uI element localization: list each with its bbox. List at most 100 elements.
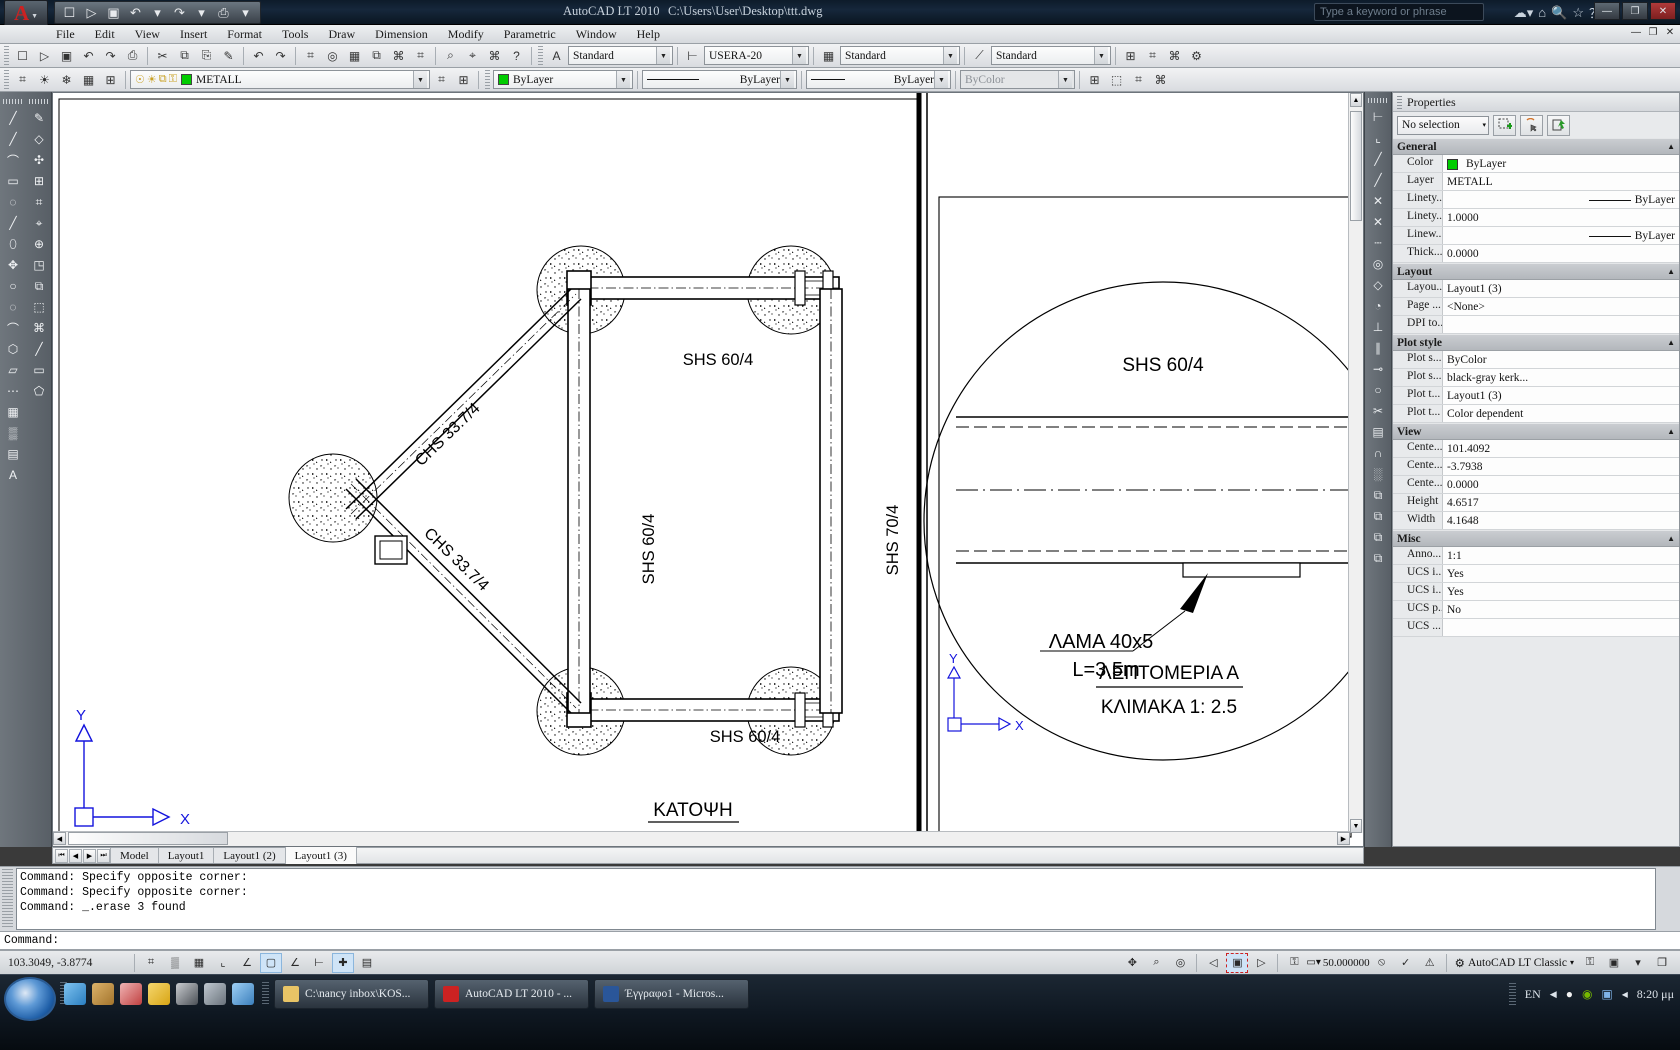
layout-tab-layout1-3[interactable]: Layout1 (3): [284, 847, 357, 864]
quick-select-button[interactable]: [1493, 114, 1516, 136]
selection-dropdown[interactable]: No selection ▾: [1397, 115, 1489, 135]
firefox-icon[interactable]: [148, 983, 170, 1005]
draw-tool-16[interactable]: ▤: [2, 444, 24, 464]
standard-tool-4-1[interactable]: ⌖: [462, 45, 483, 66]
pickadd-button[interactable]: [1547, 114, 1570, 136]
properties-group-plot-style[interactable]: Plot style ▲: [1393, 334, 1679, 351]
chevron-up-icon[interactable]: ▲: [1667, 142, 1675, 151]
properties-value[interactable]: No: [1443, 601, 1679, 618]
modify-tool-1[interactable]: ◇: [28, 129, 50, 149]
osnap-tool-14[interactable]: ✂: [1366, 401, 1390, 421]
table-style-combo[interactable]: Standard ▼: [840, 46, 960, 65]
chevron-down-icon[interactable]: ▼: [934, 71, 948, 88]
modify-tool-9[interactable]: ⬚: [28, 297, 50, 317]
dimension-style-combo[interactable]: USERA-20 ▼: [704, 46, 809, 65]
properties-value[interactable]: 1:1: [1443, 547, 1679, 564]
modify-tool-8[interactable]: ⧉: [28, 276, 50, 296]
standard-extra-tool-0[interactable]: ⊞: [1120, 45, 1141, 66]
chevron-down-icon[interactable]: ▾: [1570, 958, 1574, 967]
annotation-monitor-button[interactable]: ⚠: [1419, 953, 1441, 973]
qat-dropdown-icon[interactable]: ▾: [235, 3, 256, 22]
tab-prev-button[interactable]: ◀: [69, 848, 82, 863]
standard-extra-tool-2[interactable]: ⌘: [1164, 45, 1185, 66]
properties-group-layout[interactable]: Layout ▲: [1393, 263, 1679, 280]
command-window-grip[interactable]: [2, 869, 13, 927]
annotation-scale-lock-button[interactable]: ⚿: [1283, 953, 1305, 973]
properties-value[interactable]: ByColor: [1443, 351, 1679, 368]
modify-tool-12[interactable]: ▭: [28, 360, 50, 380]
draw-tool-10[interactable]: ⌒: [2, 318, 24, 338]
show-hidden-icons-button[interactable]: ◀: [1550, 989, 1557, 1000]
chevron-up-icon[interactable]: ▲: [1667, 534, 1675, 543]
draw-tool-1[interactable]: ╱: [2, 129, 24, 149]
window-icon[interactable]: [204, 983, 226, 1005]
maximize-button[interactable]: ❐: [1622, 2, 1648, 20]
annotation-scale-control[interactable]: ▭▾ 50.000000: [1306, 957, 1369, 969]
osnap-tool-4[interactable]: ✕: [1366, 191, 1390, 211]
properties-value[interactable]: 101.4092: [1443, 440, 1679, 457]
osnap-tool-19[interactable]: ⧉: [1366, 506, 1390, 526]
osnap-tool-20[interactable]: ⧉: [1366, 527, 1390, 547]
modify-tool-5[interactable]: ⌖: [28, 213, 50, 233]
object-snap-tracking-toggle[interactable]: ∠: [284, 953, 306, 973]
ortho-mode-toggle[interactable]: ⌞: [212, 953, 234, 973]
table-style-icon[interactable]: ▦: [818, 45, 839, 66]
doc-restore-button[interactable]: ❐: [1646, 27, 1660, 38]
chevron-down-icon[interactable]: ▼: [1058, 71, 1072, 88]
modify-tool-11[interactable]: ╱: [28, 339, 50, 359]
auto-scale-button[interactable]: ✓: [1395, 953, 1417, 973]
layer-combo[interactable]: ☉ ☀ ⧉ ⚿ METALL ▼: [130, 70, 430, 89]
menu-parametric[interactable]: Parametric: [494, 26, 566, 43]
osnap-tool-10[interactable]: ⊥: [1366, 317, 1390, 337]
standard-tool-0-3[interactable]: ↶: [78, 45, 99, 66]
search-input[interactable]: Type a keyword or phrase: [1314, 3, 1484, 21]
chevron-down-icon[interactable]: ▼: [943, 47, 957, 64]
menu-help[interactable]: Help: [627, 26, 670, 43]
taskbar-item-explorer[interactable]: C:\nancy inbox\KOS...: [274, 979, 429, 1009]
chevron-down-icon[interactable]: ▼: [1094, 47, 1108, 64]
taskbar-clock[interactable]: 8:20 μμ: [1637, 987, 1674, 1002]
properties-value[interactable]: ByLayer: [1443, 155, 1679, 172]
menu-insert[interactable]: Insert: [170, 26, 217, 43]
object-linetype-combo[interactable]: ByLayer ▼: [642, 70, 797, 89]
properties-value[interactable]: Layout1 (3): [1443, 387, 1679, 404]
modify-tool-2[interactable]: ✣: [28, 150, 50, 170]
tab-next-button[interactable]: ▶: [83, 848, 96, 863]
layout-tab-model[interactable]: Model: [110, 848, 159, 863]
osnap-tool-9[interactable]: ◔: [1366, 296, 1390, 316]
media-icon[interactable]: [120, 983, 142, 1005]
properties-extra-tool-3[interactable]: ⌘: [1150, 69, 1171, 90]
standard-tool-0-2[interactable]: ▣: [56, 45, 77, 66]
object-snap-toolbar-grip[interactable]: [1368, 98, 1388, 103]
modify-tool-10[interactable]: ⌘: [28, 318, 50, 338]
horizontal-scroll-thumb[interactable]: [68, 832, 228, 845]
toolbar-lock-button[interactable]: ⚿: [1579, 953, 1601, 973]
dynamic-ucs-toggle[interactable]: ⊢: [308, 953, 330, 973]
start-button[interactable]: [4, 977, 56, 1021]
dimension-style-icon[interactable]: ⊢: [682, 45, 703, 66]
layout-tab-layout1[interactable]: Layout1: [157, 848, 215, 863]
styles-toolbar-grip[interactable]: [538, 46, 543, 65]
properties-value[interactable]: 0.0000: [1443, 476, 1679, 493]
standard-tool-4-2[interactable]: ⌘: [484, 45, 505, 66]
redo-icon[interactable]: ↷: [169, 3, 190, 22]
properties-value[interactable]: ByLayer: [1443, 191, 1679, 208]
properties-value[interactable]: black-gray kerk...: [1443, 369, 1679, 386]
chevron-down-icon[interactable]: ▼: [792, 47, 806, 64]
language-indicator[interactable]: EN: [1525, 987, 1541, 1002]
menu-dimension[interactable]: Dimension: [365, 26, 438, 43]
layout-tab-layout1-2[interactable]: Layout1 (2): [213, 848, 286, 863]
standard-toolbar-grip[interactable]: [4, 46, 9, 65]
app-icon[interactable]: [176, 983, 198, 1005]
menu-file[interactable]: File: [46, 26, 85, 43]
layer-tool-3[interactable]: ▦: [78, 69, 99, 90]
properties-value[interactable]: 1.0000: [1443, 209, 1679, 226]
tray-grip[interactable]: [1508, 983, 1516, 1005]
object-snap-toggle[interactable]: ▢: [260, 952, 282, 973]
vertical-scrollbar[interactable]: ▲ ▼: [1348, 93, 1363, 833]
show-lineweight-toggle[interactable]: ▤: [356, 953, 378, 973]
save-file-icon[interactable]: ▣: [103, 3, 124, 22]
text-style-combo[interactable]: Standard ▼: [568, 46, 673, 65]
undo-dropdown-icon[interactable]: ▾: [147, 3, 168, 22]
drawing-canvas[interactable]: SHS 60/4 SHS 60/4 SHS 70/4 SHS 60/4 CHS …: [52, 92, 1364, 847]
